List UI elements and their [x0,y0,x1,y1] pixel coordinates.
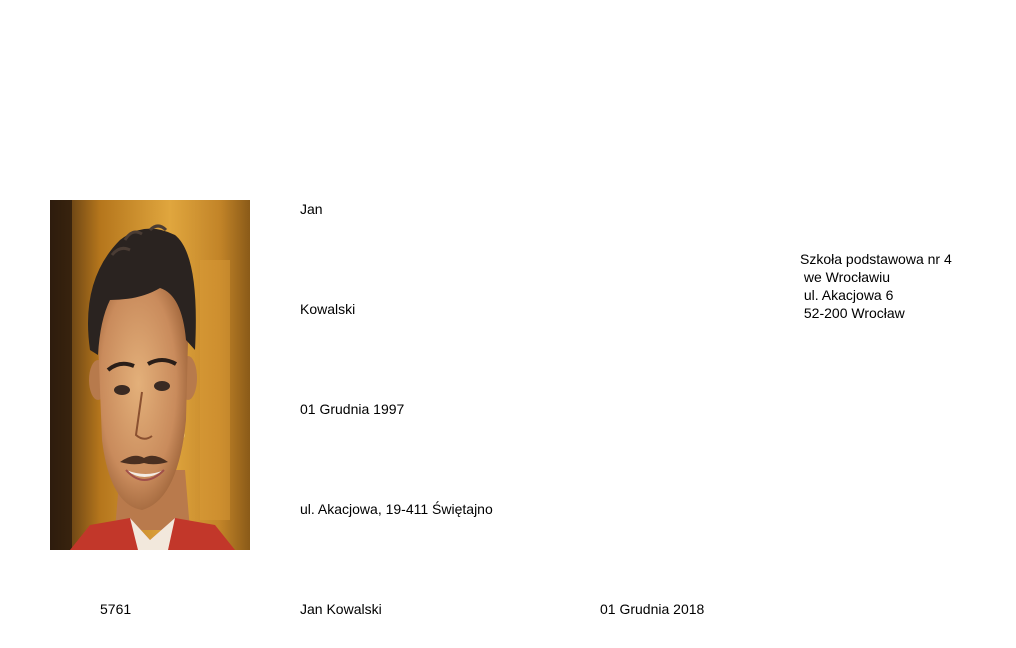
first-name: Jan [300,201,323,217]
issue-date: 01 Grudnia 2018 [600,601,705,617]
card-number: 5761 [100,601,132,617]
home-address: ul. Akacjowa, 19-411 Świętajno [300,501,493,517]
school-postal: 52-200 Wrocław [800,305,905,321]
school-street: ul. Akacjowa 6 [800,287,894,303]
full-name: Jan Kowalski [300,601,382,617]
student-photo [50,200,250,550]
school-info: Szkoła podstawowa nr 4 we Wrocławiu ul. … [800,250,952,322]
portrait-photo-icon [50,200,250,550]
birth-date: 01 Grudnia 1997 [300,401,405,417]
last-name: Kowalski [300,301,356,317]
school-city: we Wrocławiu [800,269,890,285]
school-name: Szkoła podstawowa nr 4 [800,251,952,267]
